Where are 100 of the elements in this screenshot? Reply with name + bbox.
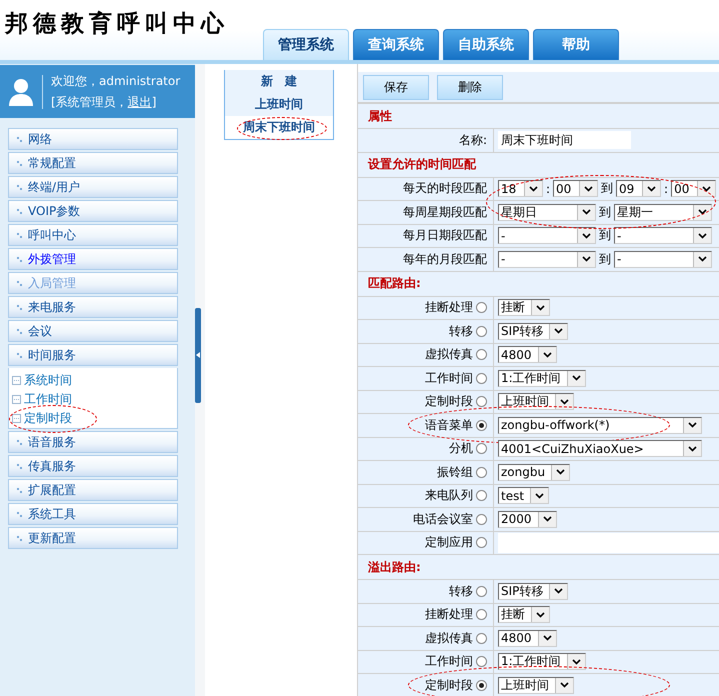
app-title: 邦德教育呼叫中心 bbox=[4, 10, 230, 39]
dropdown[interactable]: 上班时间 bbox=[498, 676, 574, 694]
bullet-icon bbox=[17, 184, 22, 190]
field-label: 电话会议室 bbox=[413, 510, 473, 528]
dropdown[interactable]: 1:工作时间 bbox=[498, 370, 586, 387]
caret-icon bbox=[584, 186, 594, 192]
bullet-icon bbox=[17, 304, 22, 310]
section-title: 设置允许的时间匹配 bbox=[368, 156, 476, 173]
field-label: 每月日期段匹配 bbox=[403, 227, 487, 244]
radio-button[interactable] bbox=[476, 349, 487, 360]
menu-item[interactable]: 扩展配置 bbox=[8, 479, 178, 501]
tree-node-icon bbox=[12, 395, 21, 404]
radio-button[interactable] bbox=[476, 302, 487, 314]
bullet-icon bbox=[17, 328, 22, 334]
radio-button[interactable] bbox=[476, 586, 487, 597]
radio-button[interactable] bbox=[476, 372, 487, 384]
caret-icon bbox=[698, 232, 707, 239]
dropdown[interactable]: - bbox=[498, 250, 596, 268]
radio-button[interactable] bbox=[476, 443, 487, 454]
tree-node-icon bbox=[12, 376, 21, 385]
dropdown[interactable]: 挂断 bbox=[498, 299, 550, 316]
menu-item[interactable]: 呼叫中心 bbox=[8, 224, 178, 246]
nav-tab[interactable]: 帮助 bbox=[533, 29, 619, 60]
menu-item[interactable]: 终端/用户 bbox=[8, 176, 178, 198]
dropdown[interactable]: 2000 bbox=[498, 510, 557, 528]
radio-button[interactable] bbox=[476, 466, 487, 478]
bullet-icon bbox=[17, 256, 22, 262]
nav-tab[interactable]: 自助系统 bbox=[443, 29, 529, 60]
dropdown[interactable]: 上班时间 bbox=[498, 393, 574, 410]
caret-icon bbox=[560, 682, 569, 688]
dropdown[interactable]: - bbox=[498, 227, 596, 244]
name-field[interactable]: 周末下班时间 bbox=[498, 131, 631, 150]
menu-item[interactable]: 会议 bbox=[8, 320, 178, 342]
bullet-icon bbox=[17, 280, 22, 286]
nav-tab[interactable]: 查询系统 bbox=[353, 29, 439, 60]
dropdown[interactable]: 挂断 bbox=[498, 606, 550, 624]
field-label: 定制应用 bbox=[425, 534, 473, 552]
field-label: 转移 bbox=[449, 582, 473, 600]
caret-icon bbox=[542, 516, 552, 522]
radio-button[interactable] bbox=[476, 396, 487, 408]
bullet-icon bbox=[17, 232, 22, 238]
field-label: 每天的时段匹配 bbox=[403, 180, 487, 198]
collapse-handle[interactable] bbox=[195, 308, 201, 402]
radio-button[interactable] bbox=[476, 420, 487, 431]
record-item[interactable]: 新 建 bbox=[225, 70, 333, 93]
section-title: 溢出路由: bbox=[368, 558, 421, 576]
action-button[interactable]: 保存 bbox=[363, 74, 429, 100]
caret-icon bbox=[688, 446, 697, 452]
menu-item[interactable]: 更新配置 bbox=[8, 527, 178, 549]
caret-icon bbox=[554, 328, 564, 334]
dropdown[interactable]: 00 bbox=[553, 180, 598, 198]
menu-item[interactable]: 常规配置 bbox=[8, 152, 178, 174]
caret-icon bbox=[554, 588, 564, 594]
dropdown[interactable]: 星期一 bbox=[614, 204, 712, 221]
submenu-item[interactable]: 定制时段 bbox=[12, 409, 72, 428]
field-label: 每周星期段匹配 bbox=[403, 204, 487, 221]
dropdown[interactable]: 星期日 bbox=[498, 204, 596, 221]
action-button[interactable]: 删除 bbox=[437, 74, 503, 100]
menu-item[interactable]: 网络 bbox=[8, 128, 178, 150]
dropdown[interactable]: 4001<CuiZhuXiaoXue> bbox=[498, 440, 702, 458]
menu-item[interactable]: 外拨管理 bbox=[8, 248, 178, 270]
dropdown[interactable]: SIP转移 bbox=[498, 322, 568, 340]
radio-button[interactable] bbox=[476, 490, 487, 502]
radio-button[interactable] bbox=[476, 632, 487, 644]
dropdown[interactable]: 4800 bbox=[498, 630, 557, 647]
radio-button[interactable] bbox=[476, 537, 487, 548]
field-label: 转移 bbox=[449, 322, 473, 340]
dropdown[interactable]: 18 bbox=[498, 180, 543, 198]
input-field[interactable] bbox=[498, 532, 719, 553]
radio-button[interactable] bbox=[476, 326, 487, 337]
dropdown[interactable]: - bbox=[614, 250, 712, 268]
dropdown[interactable]: 1:工作时间 bbox=[498, 653, 586, 670]
caret-icon bbox=[535, 492, 544, 499]
dropdown[interactable]: zongbu-offwork(*) bbox=[498, 416, 702, 434]
submenu-item[interactable]: 系统时间 bbox=[12, 371, 72, 390]
radio-button[interactable] bbox=[476, 514, 487, 525]
radio-button[interactable] bbox=[476, 656, 487, 668]
dropdown[interactable]: test bbox=[498, 487, 550, 504]
caret-icon bbox=[542, 635, 552, 642]
dropdown[interactable]: 4800 bbox=[498, 346, 557, 364]
radio-button[interactable] bbox=[476, 680, 487, 691]
bullet-icon bbox=[17, 160, 22, 166]
field-label: 挂断处理 bbox=[425, 606, 473, 624]
dropdown[interactable]: SIP转移 bbox=[498, 582, 568, 600]
dropdown[interactable]: 00 bbox=[671, 180, 716, 198]
radio-button[interactable] bbox=[476, 609, 487, 620]
menu-item[interactable]: 系统工具 bbox=[8, 503, 178, 525]
dropdown[interactable]: zongbu bbox=[498, 464, 570, 481]
menu-item[interactable]: 来电服务 bbox=[8, 296, 178, 318]
bullet-icon bbox=[17, 512, 22, 516]
menu-item[interactable]: 语音服务 bbox=[8, 431, 178, 453]
field-label: 定制时段 bbox=[425, 676, 473, 694]
dropdown[interactable]: 09 bbox=[616, 180, 662, 198]
record-item[interactable]: 上班时间 bbox=[225, 93, 333, 116]
dropdown[interactable]: - bbox=[614, 227, 712, 244]
nav-tab[interactable]: 管理系统 bbox=[263, 29, 349, 60]
menu-item[interactable]: 传真服务 bbox=[8, 455, 178, 477]
submenu-item[interactable]: 工作时间 bbox=[12, 390, 72, 409]
menu-item[interactable]: 时间服务 bbox=[8, 344, 178, 366]
menu-item[interactable]: VOIP参数 bbox=[8, 200, 178, 222]
